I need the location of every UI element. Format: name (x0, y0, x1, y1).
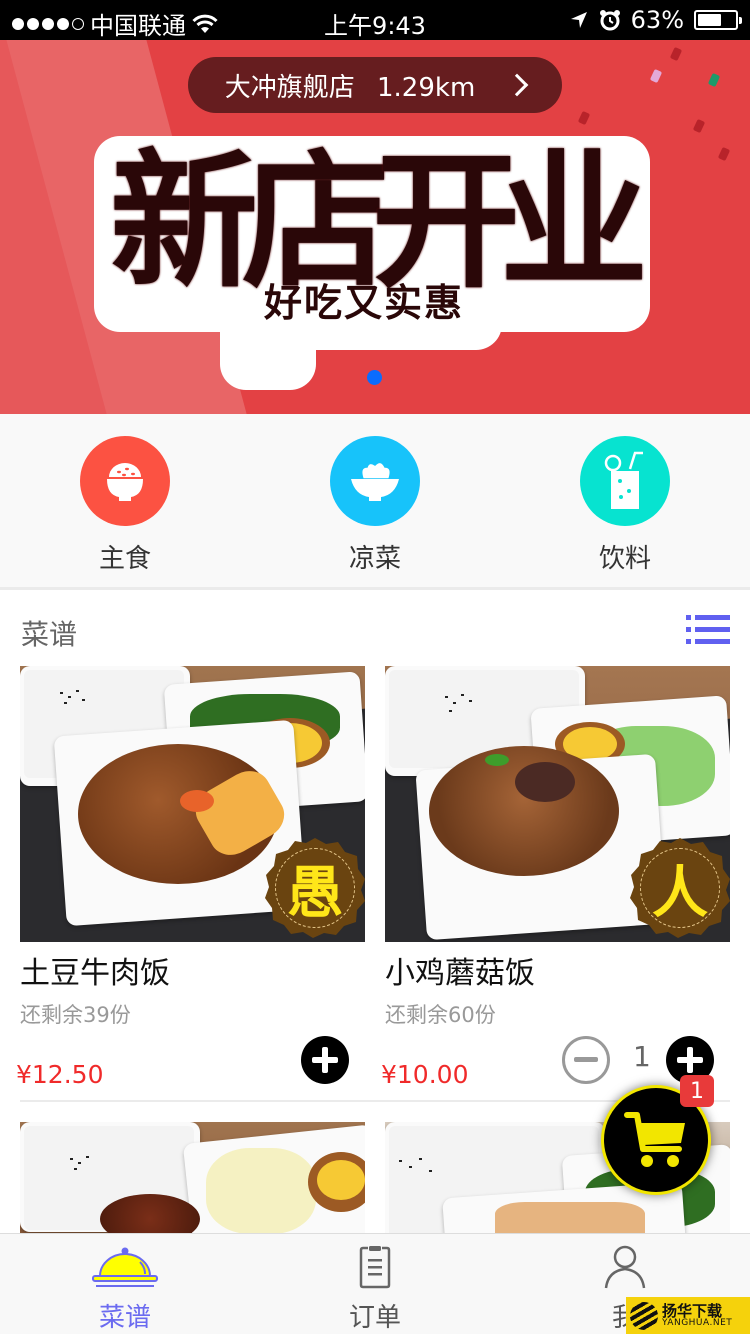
location-arrow-icon (570, 12, 587, 28)
drink-glass-icon (604, 451, 643, 509)
salad-bowl-icon (351, 461, 399, 501)
status-bar: 中国联通 上午9:43 63% (0, 0, 750, 40)
tab-orders[interactable]: 订单 (250, 1234, 500, 1334)
dish-card[interactable] (20, 1122, 365, 1233)
category-drinks[interactable]: 饮料 (500, 414, 750, 587)
dish-badge: 愚 (265, 838, 365, 938)
headline-char: 新 (110, 136, 258, 308)
store-selector-button[interactable]: 大冲旗舰店 1.29km (188, 57, 562, 113)
dish-name: 小鸡蘑菇饭 (385, 956, 535, 991)
site-watermark: 扬华下载 YANGHUA.NET (626, 1297, 750, 1334)
grand-opening-artwork: 新 店 开 业 好吃又实惠 (92, 130, 652, 390)
dish-stock: 还剩余39份 (20, 1003, 131, 1027)
headline-char: 业 (500, 136, 648, 308)
list-view-icon-line (686, 639, 730, 644)
decrease-quantity-button[interactable] (562, 1036, 610, 1084)
dish-photo[interactable]: 愚 (20, 666, 365, 942)
badge-char: 愚 (287, 860, 343, 926)
tab-menu[interactable]: 菜谱 (0, 1234, 250, 1334)
badge-char: 人 (652, 860, 708, 926)
category-label: 饮料 (598, 544, 651, 574)
dish-quantity: 1 (633, 1040, 651, 1073)
tab-label: 菜谱 (98, 1303, 151, 1333)
food-cloche-icon (92, 1247, 158, 1287)
confetti-decoration (707, 72, 721, 88)
category-label: 凉菜 (348, 544, 401, 574)
clipboard-icon (359, 1245, 391, 1288)
section-title: 菜谱 (21, 618, 78, 651)
confetti-decoration (669, 46, 683, 62)
battery-level (698, 14, 721, 26)
watermark-logo-icon (630, 1301, 658, 1330)
dish-card[interactable]: 人 小鸡蘑菇饭 还剩余60份 ¥10.00 1 (381, 666, 730, 1089)
chevron-right-icon (505, 73, 529, 97)
dish-card[interactable]: 愚 土豆牛肉饭 还剩余39份 ¥12.50 (16, 666, 365, 1089)
watermark-subtitle: YANGHUA.NET (662, 1317, 733, 1328)
confetti-decoration (692, 118, 706, 134)
dish-badge: 人 (630, 838, 730, 938)
confetti-decoration (649, 68, 663, 84)
tab-label: 订单 (348, 1303, 401, 1333)
dish-photo[interactable]: 人 (385, 666, 730, 942)
add-to-cart-button[interactable] (301, 1036, 349, 1084)
category-icon-circle (330, 436, 420, 526)
category-cold-dishes[interactable]: 凉菜 (250, 414, 500, 587)
store-distance: 1.29km (377, 72, 476, 103)
list-view-icon-line (686, 627, 730, 632)
person-icon (604, 1245, 646, 1288)
battery-icon (694, 10, 742, 30)
battery-percent: 63% (630, 6, 684, 34)
watermark-title: 扬华下载 (662, 1301, 723, 1320)
category-icon-circle (580, 436, 670, 526)
dish-name: 土豆牛肉饭 (20, 956, 170, 991)
confetti-decoration (577, 110, 591, 126)
dish-price: ¥10.00 (381, 1060, 469, 1089)
category-icon-circle (80, 436, 170, 526)
dish-photo[interactable] (20, 1122, 365, 1233)
category-staple-food[interactable]: 主食 (0, 414, 250, 587)
banner-tagline: 好吃又实惠 (264, 281, 465, 325)
list-view-toggle[interactable] (686, 615, 730, 645)
store-name: 大冲旗舰店 (224, 72, 355, 103)
carousel-page-indicator[interactable] (367, 370, 382, 385)
dish-price: ¥12.50 (16, 1060, 104, 1089)
confetti-decoration (717, 146, 731, 162)
shopping-cart-icon (624, 1112, 685, 1167)
category-label: 主食 (98, 544, 151, 574)
alarm-clock-icon (599, 10, 620, 31)
promo-banner[interactable]: 大冲旗舰店 1.29km 新 店 开 业 好吃又实惠 (0, 40, 750, 414)
cart-count-badge: 1 (680, 1075, 714, 1107)
menu-header: 菜谱 (0, 593, 750, 665)
dish-stock: 还剩余60份 (385, 1003, 496, 1027)
category-row: 主食 凉菜 饮料 (0, 414, 750, 590)
list-view-icon (686, 615, 730, 620)
rice-bowl-icon (107, 463, 143, 501)
